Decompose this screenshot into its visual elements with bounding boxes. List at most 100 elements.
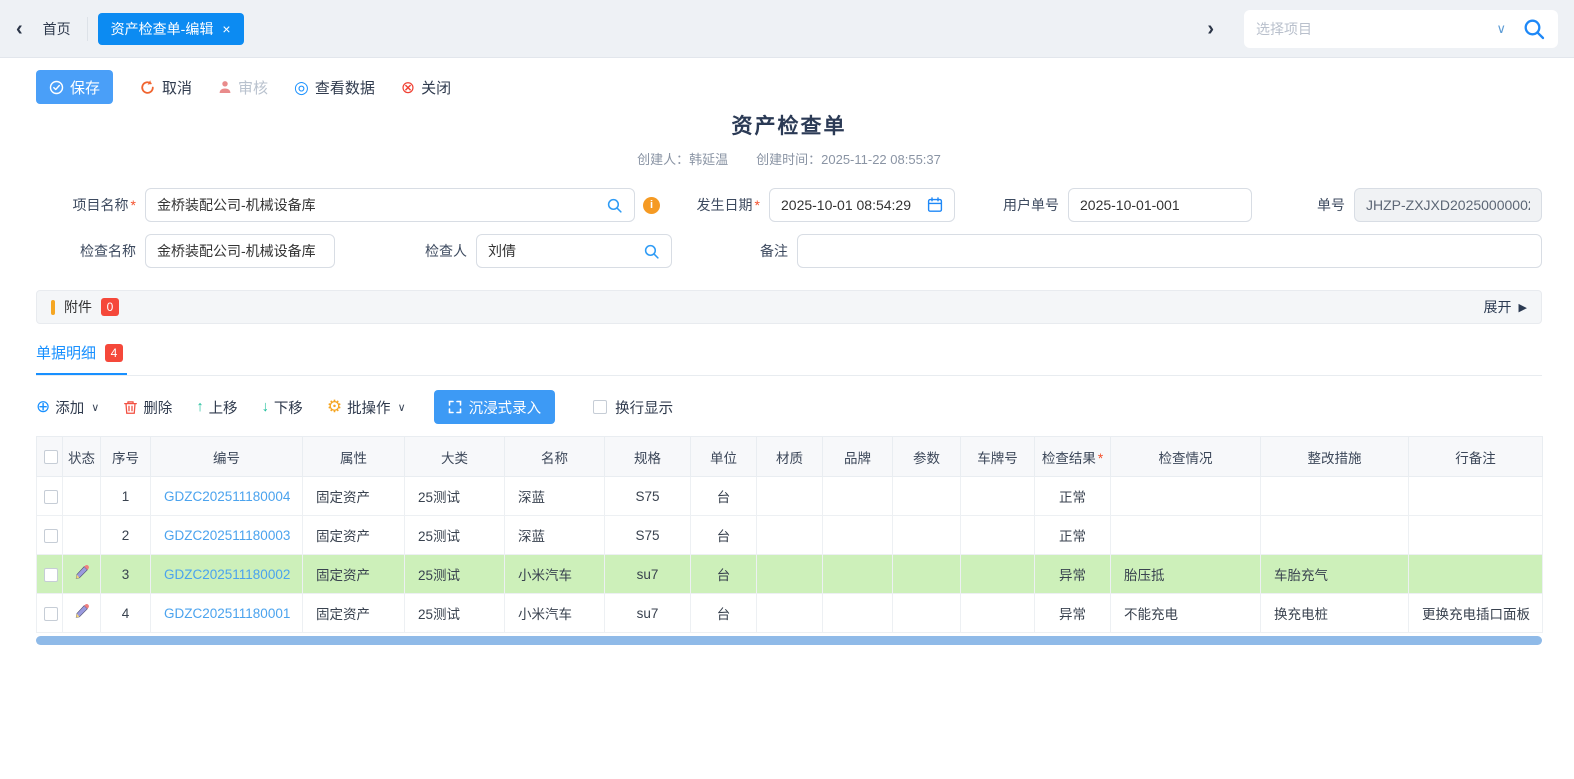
attachment-label: 附件 bbox=[64, 297, 92, 317]
arrow-up-icon: ↑ bbox=[196, 399, 203, 415]
cell-unit: 台 bbox=[691, 594, 757, 633]
batch-operation-button[interactable]: ⚙ 批操作 ∨ bbox=[327, 397, 406, 418]
row-checkbox[interactable] bbox=[44, 490, 58, 504]
asset-code-link[interactable]: GDZC202511180003 bbox=[164, 528, 290, 543]
move-down-button[interactable]: ↓ 下移 bbox=[262, 397, 303, 418]
remark-label: 备注 bbox=[746, 241, 788, 261]
cell-row-remark: 更换充电插口面板 bbox=[1409, 594, 1543, 633]
cell-seq: 2 bbox=[101, 516, 151, 555]
cell-unit: 台 bbox=[691, 516, 757, 555]
cell-plate-no bbox=[961, 477, 1035, 516]
user-no-input[interactable]: 2025-10-01-001 bbox=[1068, 188, 1252, 222]
column-header: 检查情况 bbox=[1111, 437, 1261, 477]
calendar-icon[interactable] bbox=[927, 197, 943, 213]
expand-label: 展开 bbox=[1484, 297, 1512, 317]
row-status-cell bbox=[63, 516, 101, 555]
cell-material bbox=[757, 516, 823, 555]
cell-spec: su7 bbox=[605, 594, 691, 633]
column-header: 编号 bbox=[151, 437, 303, 477]
top-tab-bar: ‹ 首页 资产检查单-编辑 × › 选择项目 ∨ bbox=[0, 0, 1574, 58]
column-header: 规格 bbox=[605, 437, 691, 477]
asset-code-link[interactable]: GDZC202511180002 bbox=[164, 567, 290, 582]
row-checkbox[interactable] bbox=[44, 529, 58, 543]
row-checkbox[interactable] bbox=[44, 568, 58, 582]
tabs-scroll-right-icon[interactable]: › bbox=[1207, 19, 1214, 39]
cell-material bbox=[757, 594, 823, 633]
info-icon[interactable]: i bbox=[643, 197, 660, 214]
expand-button[interactable]: 展开 ▶ bbox=[1484, 297, 1527, 317]
batch-label: 批操作 bbox=[347, 397, 391, 418]
project-select-placeholder: 选择项目 bbox=[1256, 19, 1496, 39]
check-name-label: 检查名称 bbox=[36, 241, 136, 261]
add-button[interactable]: ⊕ 添加 ∨ bbox=[36, 397, 99, 418]
cell-code: GDZC202511180001 bbox=[151, 594, 303, 633]
detail-tabs: 单据明细 4 bbox=[36, 342, 1542, 376]
checker-label: 检查人 bbox=[407, 241, 467, 261]
cell-seq: 3 bbox=[101, 555, 151, 594]
cell-parameter bbox=[893, 477, 961, 516]
select-all-checkbox[interactable] bbox=[44, 450, 58, 464]
asset-code-link[interactable]: GDZC202511180001 bbox=[164, 606, 290, 621]
column-header: 整改措施 bbox=[1261, 437, 1409, 477]
cell-unit: 台 bbox=[691, 555, 757, 594]
field-search-icon[interactable] bbox=[643, 243, 660, 260]
cell-row-remark bbox=[1409, 555, 1543, 594]
cell-category: 25测试 bbox=[405, 594, 505, 633]
tab-asset-check-edit[interactable]: 资产检查单-编辑 × bbox=[98, 13, 244, 45]
trash-icon bbox=[123, 400, 138, 415]
column-header: 参数 bbox=[893, 437, 961, 477]
cancel-button[interactable]: 取消 bbox=[139, 77, 192, 98]
view-data-button[interactable]: ◎ 查看数据 bbox=[294, 77, 375, 98]
document-form: 项目名称* 金桥装配公司-机械设备库 i 发生日期* 2025-10-01 08… bbox=[36, 188, 1542, 268]
check-name-input[interactable]: 金桥装配公司-机械设备库 bbox=[145, 234, 335, 268]
add-circle-icon: ⊕ bbox=[36, 397, 50, 417]
cell-row-remark bbox=[1409, 477, 1543, 516]
occur-date-input[interactable]: 2025-10-01 08:54:29 bbox=[769, 188, 955, 222]
chevron-down-icon[interactable]: ∨ bbox=[1496, 21, 1506, 37]
cell-seq: 1 bbox=[101, 477, 151, 516]
cell-spec: S75 bbox=[605, 477, 691, 516]
table-row: 4GDZC202511180001固定资产25测试小米汽车su7台异常不能充电换… bbox=[37, 594, 1543, 633]
delete-button[interactable]: 删除 bbox=[123, 397, 172, 418]
search-icon[interactable] bbox=[1522, 17, 1546, 41]
save-button[interactable]: 保存 bbox=[36, 70, 113, 104]
detail-tab-label: 单据明细 bbox=[36, 342, 96, 363]
horizontal-scrollbar[interactable] bbox=[36, 636, 1542, 645]
audit-button[interactable]: 审核 bbox=[218, 77, 268, 98]
move-down-label: 下移 bbox=[274, 397, 303, 418]
chevron-down-icon: ∨ bbox=[91, 401, 99, 414]
field-search-icon[interactable] bbox=[606, 197, 623, 214]
wrap-label: 换行显示 bbox=[615, 397, 673, 418]
attachment-bar: 附件 0 展开 ▶ bbox=[36, 290, 1542, 324]
row-status-cell bbox=[63, 555, 101, 594]
project-name-input[interactable]: 金桥装配公司-机械设备库 bbox=[145, 188, 635, 222]
project-select[interactable]: 选择项目 ∨ bbox=[1244, 10, 1558, 48]
creator-text: 创建人：韩延温 bbox=[637, 149, 728, 168]
tab-home[interactable]: 首页 bbox=[43, 19, 71, 39]
tabs-scroll-left-icon[interactable]: ‹ bbox=[16, 19, 23, 39]
user-no-label: 用户单号 bbox=[989, 195, 1059, 215]
close-button[interactable]: ⊗ 关闭 bbox=[401, 77, 451, 98]
cell-row-remark bbox=[1409, 516, 1543, 555]
remark-input[interactable] bbox=[797, 234, 1542, 268]
column-header: 车牌号 bbox=[961, 437, 1035, 477]
eye-icon: ◎ bbox=[294, 79, 309, 96]
add-label: 添加 bbox=[55, 397, 84, 418]
wrap-display-toggle[interactable]: 换行显示 bbox=[593, 397, 673, 418]
tab-detail-list[interactable]: 单据明细 4 bbox=[36, 342, 127, 375]
page-title: 资产检查单 bbox=[36, 110, 1542, 140]
column-header: 行备注 bbox=[1409, 437, 1543, 477]
table-row: 3GDZC202511180002固定资产25测试小米汽车su7台异常胎压抵车胎… bbox=[37, 555, 1543, 594]
cell-attribute: 固定资产 bbox=[303, 555, 405, 594]
checker-input[interactable]: 刘倩 bbox=[476, 234, 672, 268]
cell-material bbox=[757, 555, 823, 594]
edit-pencil-icon bbox=[74, 565, 89, 580]
wrap-checkbox[interactable] bbox=[593, 400, 607, 414]
immersive-entry-button[interactable]: 沉浸式录入 bbox=[434, 390, 556, 424]
row-checkbox[interactable] bbox=[44, 607, 58, 621]
tab-close-icon[interactable]: × bbox=[222, 22, 230, 36]
cell-rectify-measure: 换充电桩 bbox=[1261, 594, 1409, 633]
move-up-button[interactable]: ↑ 上移 bbox=[196, 397, 237, 418]
asset-code-link[interactable]: GDZC202511180004 bbox=[164, 489, 290, 504]
column-header: 大类 bbox=[405, 437, 505, 477]
